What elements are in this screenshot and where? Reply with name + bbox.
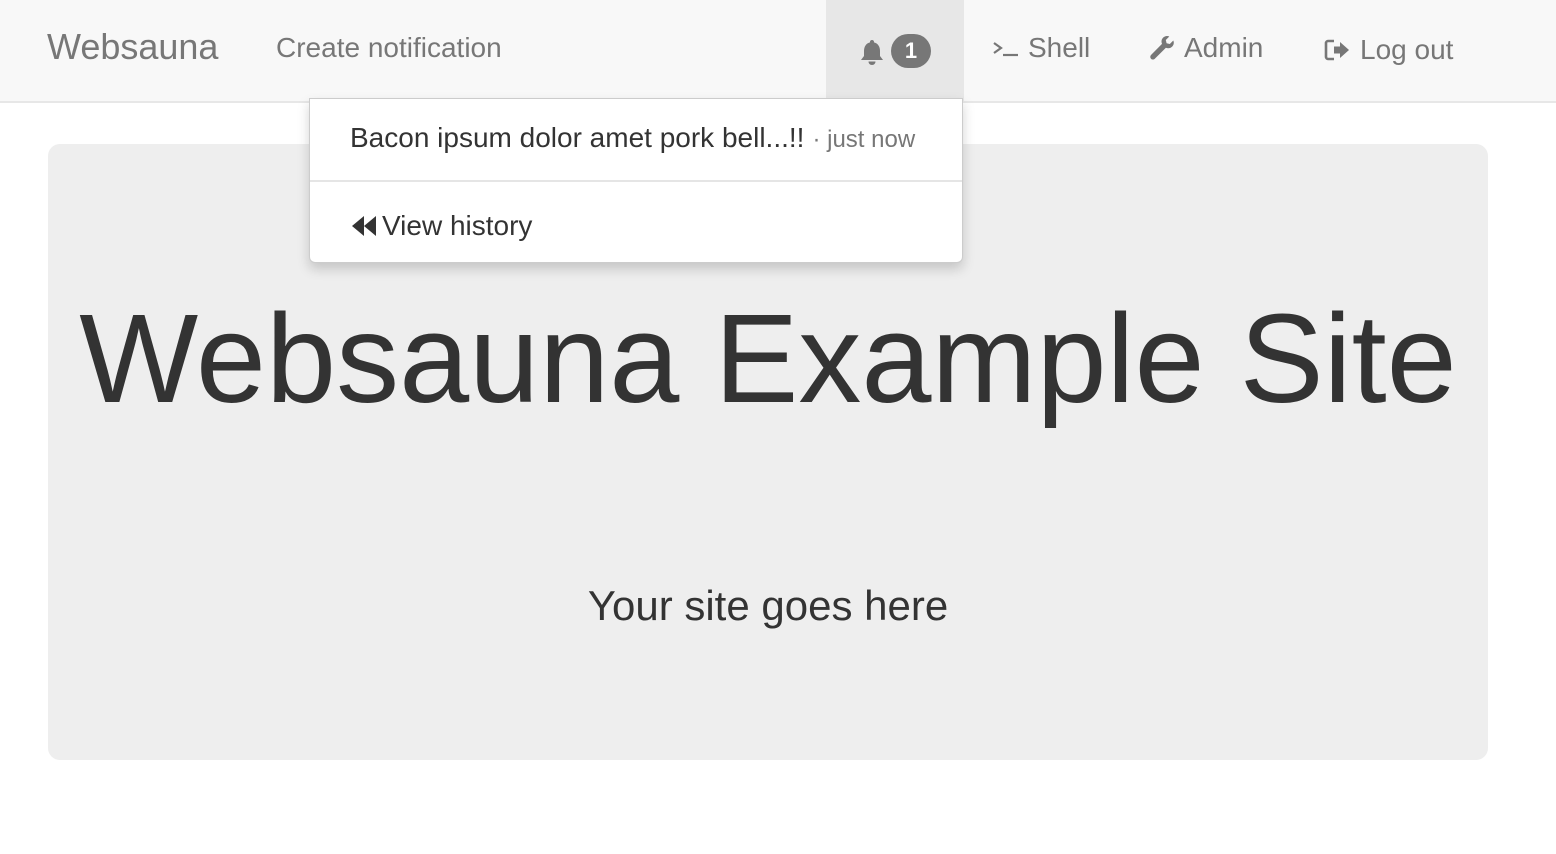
view-history-label: View history [382,210,533,241]
notification-count-badge: 1 [891,33,931,68]
logout-link[interactable]: Log out [1324,33,1453,67]
create-notification-link[interactable]: Create notification [276,31,502,65]
logout-label: Log out [1360,34,1454,65]
dropdown-divider [310,180,962,182]
view-history-link[interactable]: View history [350,209,532,243]
log-out-icon [1324,39,1349,61]
top-navbar: Websauna Create notification 1 Shell Adm… [0,0,1556,103]
page-title: Websauna Example Site [79,288,1457,429]
terminal-icon [993,42,1018,57]
notification-item[interactable]: Bacon ipsum dolor amet pork bell...!! · … [350,121,915,155]
notification-time: · just now [812,126,916,153]
shell-link[interactable]: Shell [992,31,1090,65]
notifications-toggle[interactable]: 1 [826,0,964,101]
fast-backward-icon [352,216,376,236]
notification-text: Bacon ipsum dolor amet pork bell...!! [350,122,805,153]
wrench-icon [1150,36,1174,60]
admin-link[interactable]: Admin [1148,31,1263,65]
notifications-dropdown: Bacon ipsum dolor amet pork bell...!! · … [309,98,963,263]
admin-label: Admin [1184,32,1264,63]
shell-label: Shell [1028,32,1091,63]
bell-icon [861,39,883,65]
page-subtitle: Your site goes here [587,582,949,629]
brand-link[interactable]: Websauna [47,27,218,67]
